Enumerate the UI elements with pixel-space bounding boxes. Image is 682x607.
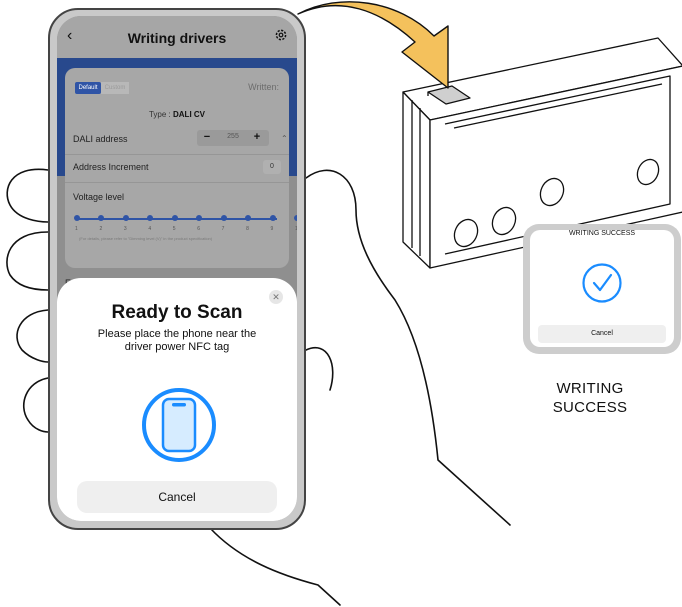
tab-custom[interactable]: Custom (101, 82, 129, 94)
tab-default[interactable]: Default (75, 82, 101, 94)
plus-button[interactable]: + (249, 131, 265, 143)
type-value: DALI CV (173, 110, 205, 119)
caption-line2: SUCCESS (552, 399, 628, 416)
check-circle-icon (581, 262, 623, 309)
voltage-tick-label: 1 (75, 226, 78, 232)
phone-frame: ‹ Writing drivers Default Custom Written… (48, 8, 306, 530)
voltage-tick-label: 10 (295, 226, 297, 232)
nfc-scan-sheet: ✕ Ready to Scan Please place the phone n… (57, 278, 297, 521)
chevron-left-icon[interactable]: ‹ (67, 28, 72, 44)
curved-arrow (297, 1, 449, 89)
slider-dot[interactable] (196, 215, 203, 221)
success-popup-inner: WRITING SUCCESS Cancel (530, 230, 674, 347)
address-increment-label: Address Increment (73, 162, 149, 172)
sheet-title: Ready to Scan (111, 302, 243, 323)
voltage-tick-label: 6 (197, 226, 200, 232)
page-title: Writing drivers (127, 30, 227, 46)
success-popup: WRITING SUCCESS Cancel (523, 224, 681, 354)
slider-dot[interactable] (122, 215, 129, 221)
type-prefix: Type : (148, 110, 173, 119)
divider (65, 182, 289, 183)
written-label: Written: (248, 82, 279, 92)
cancel-button[interactable]: Cancel (77, 481, 277, 513)
slider-dot[interactable] (269, 215, 276, 221)
slider-dot[interactable] (245, 215, 252, 221)
voltage-tick-label: 7 (221, 226, 225, 232)
sheet-message-line2: driver power NFC tag (124, 341, 230, 353)
dali-address-label: DALI address (73, 134, 128, 144)
success-cancel-button[interactable]: Cancel (538, 325, 666, 343)
slider-dot[interactable] (74, 215, 80, 221)
voltage-tick-label: 5 (172, 226, 176, 232)
dali-address-stepper: − 255 + (197, 130, 269, 146)
voltage-tick-label: 9 (270, 226, 274, 232)
voltage-tick-label: 8 (246, 226, 249, 232)
phone-nfc-icon (141, 386, 217, 469)
slider-dot[interactable] (98, 215, 105, 221)
voltage-tick-label: 4 (148, 226, 152, 232)
voltage-tick-label: 2 (99, 226, 103, 232)
slider-dot[interactable] (171, 215, 178, 221)
slider-dot[interactable] (147, 215, 154, 221)
spec-note: (For details, please refer to "Dimming l… (79, 236, 213, 241)
app-header: ‹ Writing drivers (57, 16, 297, 58)
caption: WRITING SUCCESS (540, 379, 640, 417)
slider-dot[interactable] (220, 215, 227, 221)
sheet-message: Please place the phone near the driver p… (77, 328, 277, 354)
gear-icon[interactable] (274, 28, 288, 47)
type-line: Type : DALI CV (65, 110, 289, 119)
chevron-up-icon[interactable]: ⌃ (281, 134, 288, 143)
settings-card: Default Custom Written: Type : DALI CV D… (65, 68, 297, 268)
phone-screen: ‹ Writing drivers Default Custom Written… (57, 16, 297, 521)
success-title: WRITING SUCCESS (568, 230, 636, 237)
voltage-level-label: Voltage level (73, 192, 125, 202)
address-increment-value[interactable]: 0 (263, 160, 281, 174)
dali-address-value[interactable]: 255 (221, 133, 245, 140)
voltage-tick-label: 3 (123, 226, 127, 232)
voltage-slider[interactable] (74, 215, 297, 221)
caption-line1: WRITING (556, 380, 624, 397)
minus-button[interactable]: − (199, 131, 215, 143)
sheet-message-line1: Please place the phone near the (97, 328, 257, 340)
divider (65, 154, 289, 155)
slider-dot[interactable] (294, 215, 297, 221)
